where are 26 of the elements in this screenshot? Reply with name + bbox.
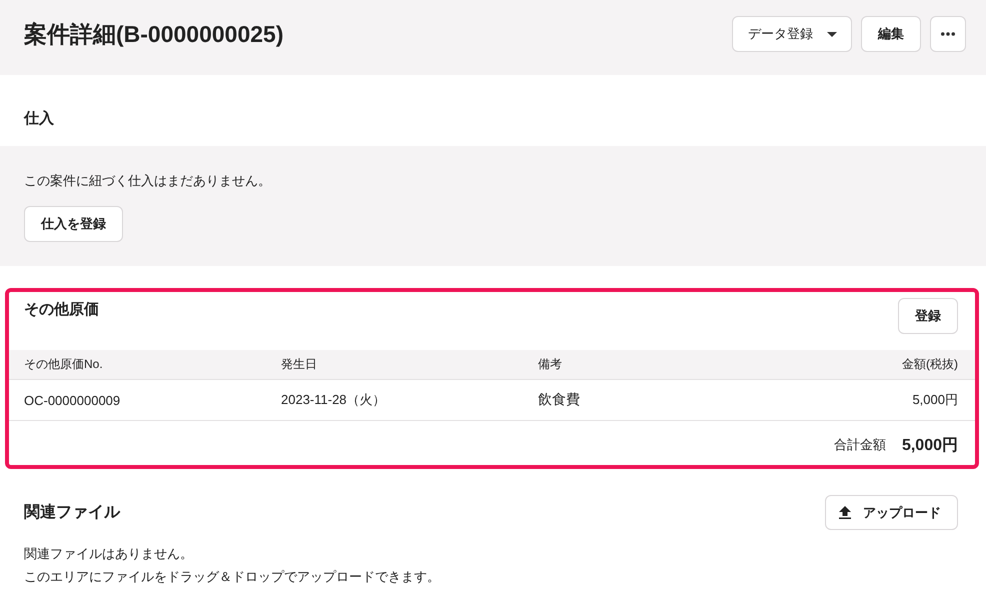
table-cell: 飲食費 — [523, 380, 780, 420]
section-title: 仕入 — [24, 109, 55, 129]
page-title: 案件詳細(B-0000000025) — [24, 20, 284, 49]
dropdown-button[interactable]: データ登録 — [732, 16, 852, 52]
table-cell: OC-0000000009 — [9, 380, 266, 420]
register-purchase-button[interactable]: 仕入を登録 — [24, 206, 123, 242]
table-cell: 5,000円 — [780, 380, 975, 420]
caret-icon — [827, 32, 837, 36]
upload-icon — [839, 506, 851, 519]
table-cell: 2023-11-28（火） — [266, 380, 523, 420]
register-button[interactable]: 登録 — [898, 298, 958, 334]
more-button[interactable] — [930, 16, 966, 52]
empty-message: この案件に紐づく仕入はまだありません。 — [24, 172, 271, 190]
edit-button[interactable]: 編集 — [861, 16, 921, 52]
upload-button[interactable]: アップロード — [825, 495, 958, 530]
column-header: その他原価No. — [9, 350, 266, 380]
more-icon — [941, 32, 955, 36]
total-label: 合計金額 — [834, 436, 886, 454]
column-header: 発生日 — [266, 350, 523, 380]
column-header: 金額(税抜) — [780, 350, 975, 380]
section-title: その他原価 — [24, 300, 99, 320]
empty-message: このエリアにファイルをドラッグ＆ドロップでアップロードできます。 — [24, 568, 441, 586]
section-title: 関連ファイル — [24, 502, 120, 522]
empty-message: 関連ファイルはありません。 — [24, 545, 194, 563]
total-value: 5,000円 — [902, 436, 958, 456]
column-header: 備考 — [523, 350, 780, 380]
